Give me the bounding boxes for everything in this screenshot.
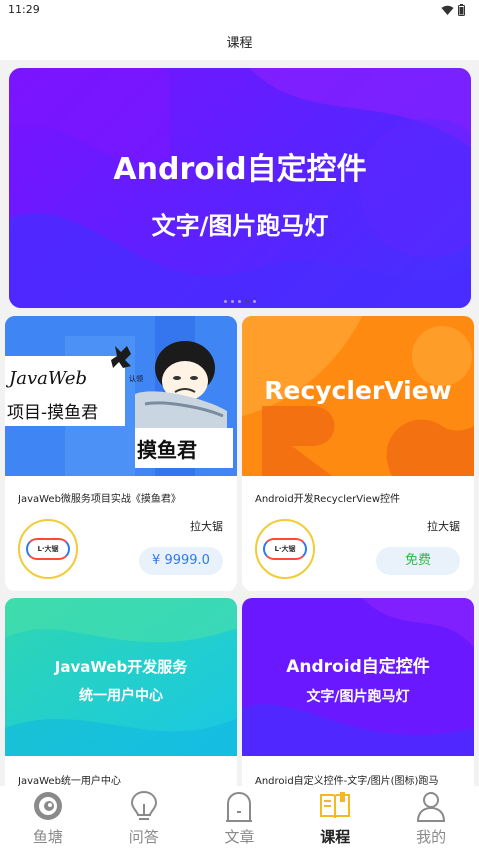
- book-icon: [320, 792, 351, 819]
- battery-icon: [458, 4, 465, 16]
- status-bar: 11:29: [0, 0, 479, 22]
- course-title: JavaWeb统一用户中心: [18, 776, 121, 787]
- tab-fish-pond[interactable]: 鱼塘: [0, 786, 96, 852]
- teacher-name: 拉大锯: [190, 520, 223, 533]
- cover-art: [5, 316, 237, 476]
- status-time: 11:29: [8, 3, 40, 16]
- banner-subtitle: 文字/图片跑马灯: [151, 212, 329, 240]
- cover-text-moyu: 摸鱼君: [137, 438, 197, 462]
- course-title: Android开发RecyclerView控件: [255, 494, 400, 505]
- cover-text-project: 项目-摸鱼君: [7, 403, 99, 423]
- course-card[interactable]: JavaWeb 项目-摸鱼君 认领 摸鱼君 JavaWeb微服务项目实战《摸鱼君…: [5, 316, 237, 591]
- pagination-dot[interactable]: [231, 299, 234, 303]
- tab-label: 文章: [224, 828, 255, 846]
- cover-text-javaweb: JavaWeb: [9, 368, 88, 389]
- cover-subtitle: 文字/图片跑马灯: [306, 689, 410, 705]
- banner-background-art: [9, 68, 471, 308]
- teacher-avatar: L·大锯: [255, 519, 315, 579]
- person-icon: [417, 792, 446, 822]
- price-tag: ¥ 9999.0: [139, 547, 223, 575]
- cover-title: RecyclerView: [264, 376, 452, 405]
- course-card[interactable]: Android自定控件 文字/图片跑马灯 Android自定义控件-文字/图片(…: [242, 598, 474, 798]
- banner-title: Android自定控件: [113, 152, 367, 187]
- wifi-icon: [441, 5, 454, 15]
- tab-articles[interactable]: 文章: [192, 786, 288, 852]
- course-card[interactable]: RecyclerView Android开发RecyclerView控件 拉大锯…: [242, 316, 474, 591]
- course-title: JavaWeb微服务项目实战《摸鱼君》: [18, 494, 181, 505]
- course-cover: Android自定控件 文字/图片跑马灯: [242, 598, 474, 756]
- tab-courses[interactable]: 课程: [287, 786, 383, 852]
- tab-label: 我的: [416, 828, 447, 846]
- course-cover: RecyclerView: [242, 316, 474, 476]
- avatar-logo: L·大锯: [263, 538, 307, 560]
- price-tag: 免费: [376, 547, 460, 575]
- cover-art: [242, 598, 474, 756]
- lightbulb-icon: [130, 790, 157, 820]
- tab-me[interactable]: 我的: [383, 786, 479, 852]
- cover-art: [5, 598, 237, 756]
- fish-pond-icon: [33, 792, 62, 820]
- bottom-tab-bar: 鱼塘 问答 文章 课程 我的: [0, 786, 479, 852]
- course-banner[interactable]: Android自定控件 文字/图片跑马灯: [9, 68, 471, 308]
- status-icons: [441, 4, 465, 16]
- page-title: 课程: [226, 36, 253, 51]
- app-bar: 课程: [0, 22, 479, 60]
- banner-pagination: [9, 299, 471, 303]
- course-cover: JavaWeb 项目-摸鱼君 认领 摸鱼君: [5, 316, 237, 476]
- pagination-dot[interactable]: [253, 299, 256, 303]
- tab-qa[interactable]: 问答: [96, 786, 192, 852]
- cover-title: Android自定控件: [286, 657, 430, 677]
- tab-label: 问答: [128, 828, 159, 846]
- teacher-avatar: L·大锯: [18, 519, 78, 579]
- avatar-logo: L·大锯: [26, 538, 70, 560]
- course-title: Android自定义控件-文字/图片(图标)跑马: [255, 776, 439, 787]
- tab-label: 鱼塘: [32, 828, 63, 846]
- tab-label: 课程: [320, 828, 351, 846]
- tombstone-icon: [226, 791, 253, 822]
- course-cover: JavaWeb开发服务 统一用户中心: [5, 598, 237, 756]
- cover-badge: 认领: [129, 375, 143, 383]
- cover-subtitle: 统一用户中心: [79, 688, 163, 704]
- pagination-dot[interactable]: [238, 299, 241, 303]
- pagination-dot[interactable]: [224, 299, 227, 303]
- pagination-dot-active[interactable]: [245, 299, 249, 303]
- course-card[interactable]: JavaWeb开发服务 统一用户中心 JavaWeb统一用户中心: [5, 598, 237, 798]
- cover-title: JavaWeb开发服务: [54, 658, 188, 676]
- teacher-name: 拉大锯: [427, 520, 460, 533]
